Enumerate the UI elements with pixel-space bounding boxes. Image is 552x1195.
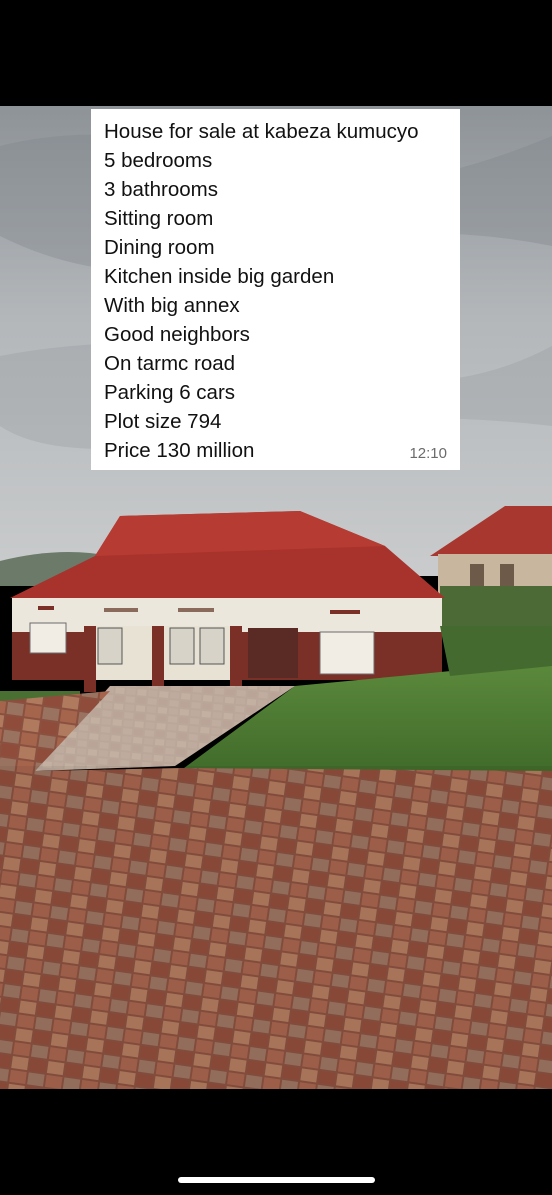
- caption-line-title: House for sale at kabeza kumucyo: [104, 120, 419, 143]
- caption-line-price: Price 130 million: [104, 439, 255, 462]
- caption-line-plot-size: Plot size 794: [104, 410, 222, 433]
- caption-line-bathrooms: 3 bathrooms: [104, 178, 218, 201]
- message-caption: House for sale at kabeza kumucyo 5 bedro…: [91, 109, 460, 470]
- caption-line-annex: With big annex: [104, 294, 240, 317]
- caption-line-neighbors: Good neighbors: [104, 323, 250, 346]
- caption-line-bedrooms: 5 bedrooms: [104, 149, 213, 172]
- caption-line-road: On tarmc road: [104, 352, 236, 375]
- message-timestamp: 12:10: [409, 445, 447, 462]
- caption-line-dining-room: Dining room: [104, 236, 215, 259]
- caption-line-parking: Parking 6 cars: [104, 381, 236, 404]
- media-viewer-screen: House for sale at kabeza kumucyo 5 bedro…: [0, 0, 552, 1195]
- caption-line-kitchen: Kitchen inside big garden: [104, 265, 335, 288]
- home-indicator[interactable]: [178, 1177, 375, 1183]
- caption-line-sitting-room: Sitting room: [104, 207, 214, 230]
